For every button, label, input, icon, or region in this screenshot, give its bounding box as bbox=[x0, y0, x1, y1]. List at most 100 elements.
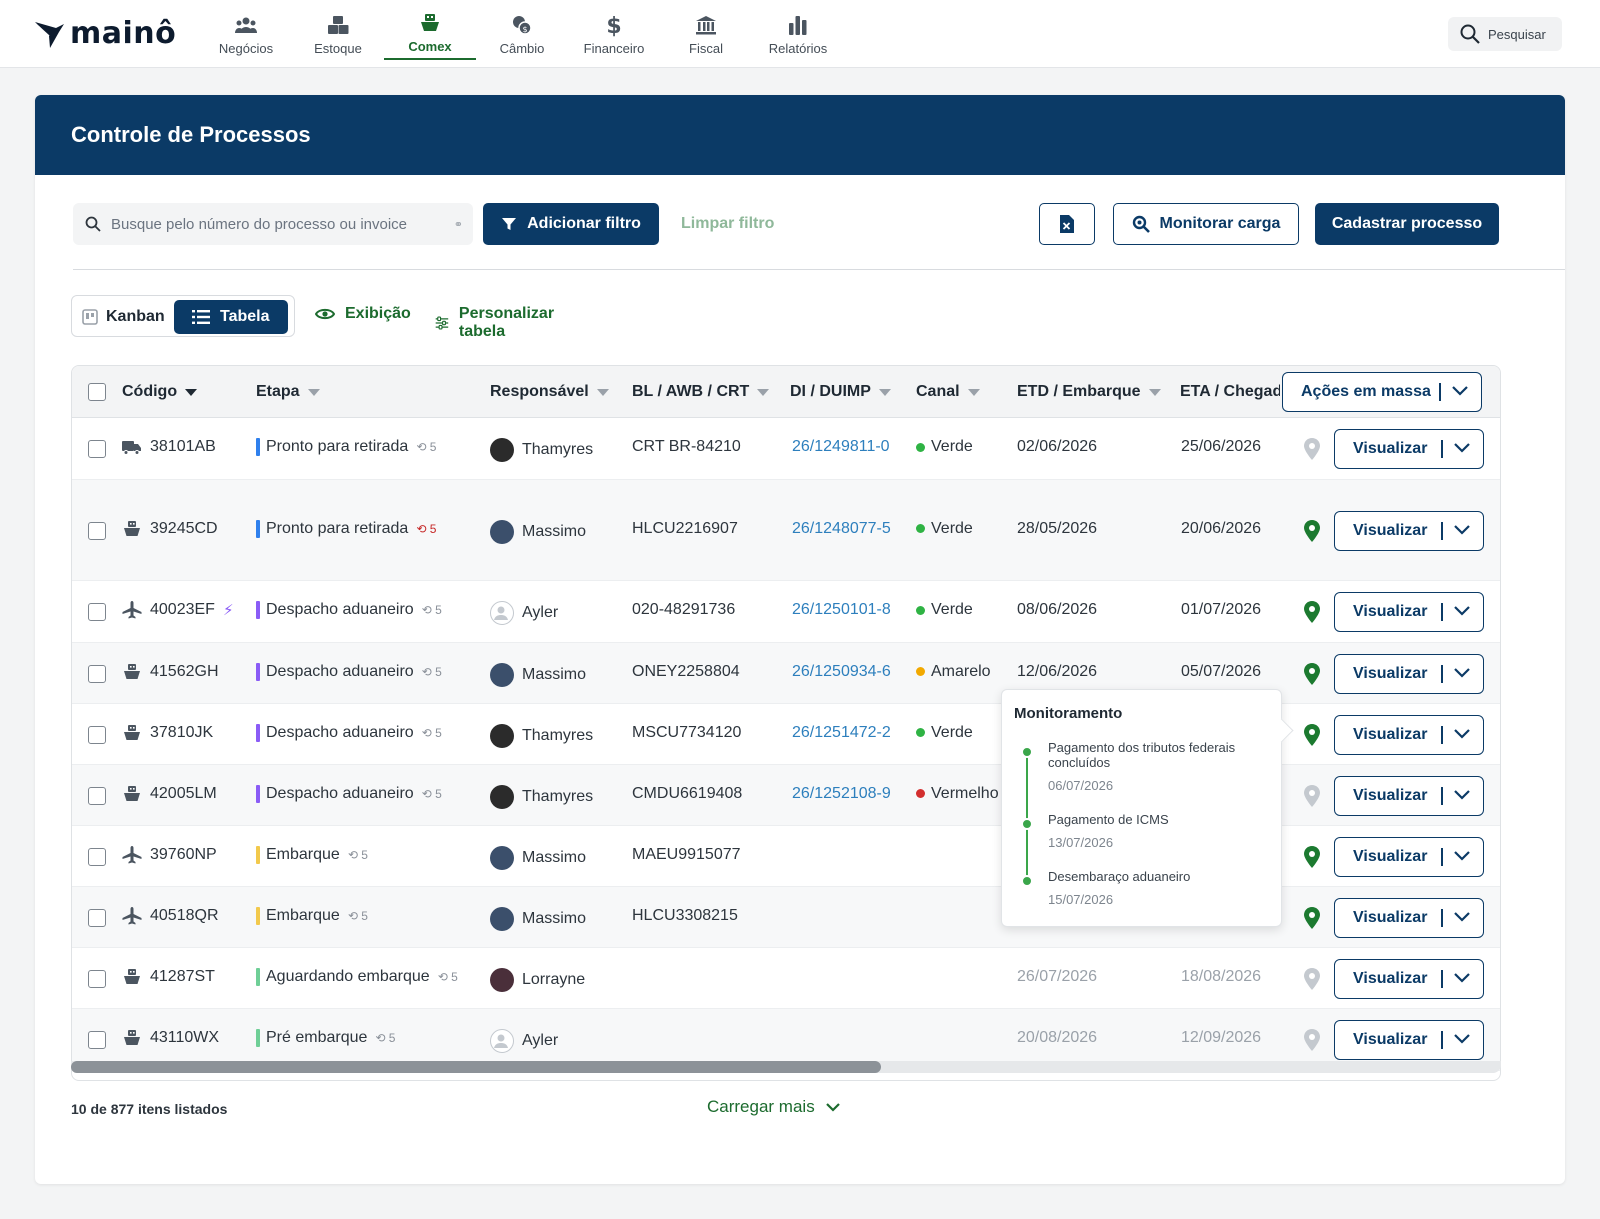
location-pin-icon[interactable] bbox=[1304, 1029, 1320, 1056]
brand-name: mainô bbox=[70, 16, 177, 51]
view-process-button[interactable]: Visualizar bbox=[1334, 897, 1484, 938]
column-header-bl[interactable]: BL / AWB / CRT bbox=[632, 383, 770, 401]
scroll-thumb[interactable] bbox=[71, 1061, 881, 1073]
di-link[interactable]: 26/1248077-5 bbox=[792, 520, 891, 538]
nav-item-fiscal[interactable]: Fiscal bbox=[660, 0, 752, 60]
view-process-button[interactable]: Visualizar bbox=[1334, 429, 1484, 469]
process-search-input[interactable]: Busque pelo número do processo ou invoic… bbox=[73, 203, 473, 245]
column-header-eta[interactable]: ETA / Chegada bbox=[1180, 383, 1280, 401]
table-row[interactable]: 41287ST Aguardando embarque ⟲ 5 Lorrayne… bbox=[72, 948, 1500, 1009]
column-header-canal[interactable]: Canal bbox=[916, 383, 980, 401]
di-link[interactable]: 26/1251472-2 bbox=[792, 724, 891, 742]
history-icon[interactable]: ⟲ 5 bbox=[422, 726, 442, 740]
history-icon[interactable]: ⟲ 5 bbox=[348, 909, 368, 923]
register-process-button[interactable]: Cadastrar processo bbox=[1315, 203, 1499, 245]
customize-table-button[interactable]: Personalizar tabela bbox=[435, 305, 560, 341]
select-all-checkbox[interactable] bbox=[88, 383, 106, 401]
nav-item-cambio[interactable]: $ Câmbio bbox=[476, 0, 568, 60]
process-code-cell[interactable]: 40023EF ⚡ bbox=[122, 601, 233, 619]
nav-item-negocios[interactable]: Negócios bbox=[200, 0, 292, 60]
di-link[interactable]: 26/1250101-8 bbox=[792, 601, 891, 619]
history-icon[interactable]: ⟲ 5 bbox=[438, 970, 458, 984]
location-pin-icon[interactable] bbox=[1304, 519, 1320, 547]
di-link[interactable]: 26/1249811-0 bbox=[792, 438, 890, 456]
nav-item-comex[interactable]: Comex bbox=[384, 0, 476, 60]
column-header-responsavel[interactable]: Responsável bbox=[490, 383, 609, 401]
table-row[interactable]: 42005LM Despacho aduaneiro ⟲ 5 Thamyres C… bbox=[72, 765, 1500, 826]
view-process-button[interactable]: Visualizar bbox=[1334, 714, 1484, 755]
location-pin-icon[interactable] bbox=[1304, 967, 1320, 995]
view-process-button[interactable]: Visualizar bbox=[1334, 653, 1484, 694]
avatar bbox=[490, 784, 514, 809]
row-checkbox[interactable] bbox=[88, 786, 106, 805]
column-header-etapa[interactable]: Etapa bbox=[256, 383, 320, 401]
row-checkbox[interactable] bbox=[88, 969, 106, 988]
process-code-cell[interactable]: 39760NP bbox=[122, 845, 217, 864]
process-code-cell[interactable]: 41287ST bbox=[122, 968, 215, 986]
row-checkbox[interactable] bbox=[88, 847, 106, 866]
process-code-cell[interactable]: 40518QR bbox=[122, 906, 219, 925]
view-process-button[interactable]: Visualizar bbox=[1334, 510, 1484, 551]
table-view-button[interactable]: Tabela bbox=[174, 300, 288, 334]
column-header-di[interactable]: DI / DUIMP bbox=[790, 383, 891, 401]
bulk-actions-dropdown[interactable]: Ações em massa bbox=[1282, 372, 1482, 412]
column-header-etd[interactable]: ETD / Embarque bbox=[1017, 383, 1161, 401]
history-icon[interactable]: ⟲ 5 bbox=[422, 787, 442, 801]
location-pin-icon[interactable] bbox=[1304, 784, 1320, 812]
process-code-cell[interactable]: 37810JK bbox=[122, 724, 213, 742]
table-row[interactable]: 41562GH Despacho aduaneiro ⟲ 5 Massimo ON… bbox=[72, 643, 1500, 704]
process-code-cell[interactable]: 39245CD bbox=[122, 520, 218, 538]
history-icon[interactable]: ⟲ 5 bbox=[422, 665, 442, 679]
view-process-button[interactable]: Visualizar bbox=[1334, 958, 1484, 999]
process-code-cell[interactable]: 41562GH bbox=[122, 663, 219, 681]
location-pin-icon[interactable] bbox=[1304, 662, 1320, 690]
history-icon[interactable]: ⟲ 5 bbox=[416, 522, 436, 536]
location-pin-icon[interactable] bbox=[1304, 723, 1320, 751]
table-row[interactable]: 39760NP Embarque ⟲ 5 Massimo MAEU9915077 … bbox=[72, 826, 1500, 887]
horizontal-scrollbar[interactable] bbox=[71, 1061, 1501, 1073]
kanban-view-button[interactable]: Kanban bbox=[80, 300, 174, 334]
table-row[interactable]: 38101AB Pronto para retirada ⟲ 5 Thamyre… bbox=[72, 418, 1500, 480]
process-code-cell[interactable]: 42005LM bbox=[122, 785, 217, 803]
history-icon[interactable]: ⟲ 5 bbox=[416, 440, 436, 454]
view-process-button[interactable]: Visualizar bbox=[1334, 1020, 1484, 1060]
row-checkbox[interactable] bbox=[88, 725, 106, 744]
global-search-button[interactable]: Pesquisar bbox=[1448, 17, 1562, 51]
export-excel-button[interactable] bbox=[1039, 203, 1095, 245]
di-link[interactable]: 26/1252108-9 bbox=[792, 785, 891, 803]
monitor-cargo-button[interactable]: Monitorar carga bbox=[1113, 203, 1299, 245]
process-code-cell[interactable]: 43110WX bbox=[122, 1029, 219, 1047]
brand-logo[interactable]: mainô bbox=[34, 16, 176, 51]
row-checkbox[interactable] bbox=[88, 603, 106, 621]
row-checkbox[interactable] bbox=[88, 908, 106, 927]
nav-item-relatorios[interactable]: Relatórios bbox=[752, 0, 844, 60]
history-icon[interactable]: ⟲ 5 bbox=[375, 1031, 395, 1045]
location-pin-icon[interactable] bbox=[1304, 438, 1320, 465]
process-code-cell[interactable]: 38101AB bbox=[122, 438, 216, 456]
table-row[interactable]: 39245CD Pronto para retirada ⟲ 5 Massimo… bbox=[72, 480, 1500, 581]
history-icon[interactable]: ⟲ 5 bbox=[422, 603, 442, 617]
add-filter-button[interactable]: Adicionar filtro bbox=[483, 203, 659, 245]
row-checkbox[interactable] bbox=[88, 440, 106, 458]
location-pin-icon[interactable] bbox=[1304, 845, 1320, 873]
nav-item-estoque[interactable]: Estoque bbox=[292, 0, 384, 60]
table-row[interactable]: 40023EF ⚡ Despacho aduaneiro ⟲ 5 Ayler 02… bbox=[72, 581, 1500, 643]
view-process-button[interactable]: Visualizar bbox=[1334, 592, 1484, 632]
row-checkbox[interactable] bbox=[88, 664, 106, 683]
table-row[interactable]: 40518QR Embarque ⟲ 5 Massimo HLCU3308215 … bbox=[72, 887, 1500, 948]
clear-filter-link[interactable]: Limpar filtro bbox=[681, 215, 774, 233]
view-process-button[interactable]: Visualizar bbox=[1334, 836, 1484, 877]
divider bbox=[1441, 440, 1443, 458]
history-icon[interactable]: ⟲ 5 bbox=[348, 848, 368, 862]
column-header-codigo[interactable]: Código bbox=[122, 383, 198, 401]
row-checkbox[interactable] bbox=[88, 521, 106, 540]
nav-item-financeiro[interactable]: $ Financeiro bbox=[568, 0, 660, 60]
location-pin-icon[interactable] bbox=[1304, 601, 1320, 628]
display-options-button[interactable]: Exibição bbox=[315, 305, 411, 323]
di-link[interactable]: 26/1250934-6 bbox=[792, 663, 891, 681]
row-checkbox[interactable] bbox=[88, 1031, 106, 1049]
avatar bbox=[490, 845, 514, 870]
load-more-button[interactable]: Carregar mais bbox=[707, 1097, 841, 1117]
view-process-button[interactable]: Visualizar bbox=[1334, 775, 1484, 816]
location-pin-icon[interactable] bbox=[1304, 906, 1320, 934]
